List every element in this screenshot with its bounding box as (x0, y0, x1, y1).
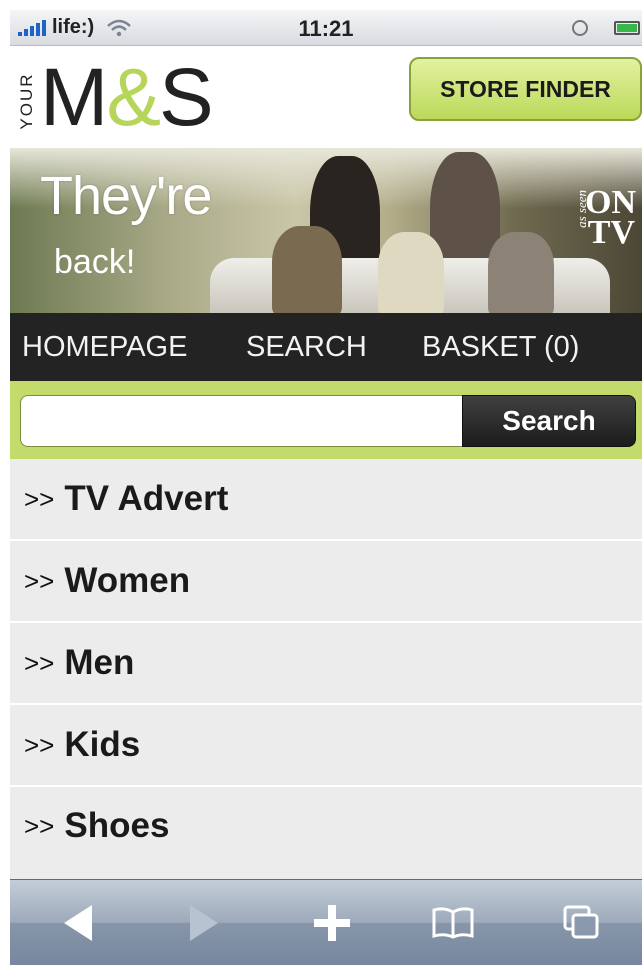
logo-s: S (159, 52, 214, 143)
as-seen-label: as seen (574, 190, 589, 228)
nav-homepage[interactable]: HOMEPAGE (22, 331, 187, 364)
search-button[interactable]: Search (462, 395, 636, 447)
alarm-icon (572, 20, 588, 36)
menu-item-label: Men (64, 643, 135, 682)
menu-item-women[interactable]: >> Women (10, 541, 642, 623)
site-header: YOUR M&S STORE FINDER (10, 47, 642, 147)
banner-model (272, 226, 342, 313)
menu-item-label: Shoes (64, 806, 170, 845)
status-bar: life:) 11:21 (10, 10, 642, 46)
back-icon[interactable] (58, 900, 98, 946)
pages-icon[interactable] (556, 900, 606, 946)
logo-m: M (40, 52, 108, 143)
chevron-icon: >> (24, 810, 55, 841)
category-menu: >> TV Advert >> Women >> Men >> Kids >> … (10, 459, 642, 879)
nav-basket[interactable]: BASKET (0) (422, 331, 579, 364)
promo-banner[interactable]: They're back! as seen ON TV (10, 148, 642, 313)
banner-title: They're (40, 166, 212, 226)
search-input[interactable] (20, 395, 464, 447)
forward-icon (184, 900, 224, 946)
chevron-icon: >> (24, 483, 55, 514)
bookmarks-icon[interactable] (428, 900, 478, 946)
chevron-icon: >> (24, 565, 55, 596)
chevron-icon: >> (24, 647, 55, 678)
logo-prefix: YOUR (17, 72, 36, 130)
chevron-icon: >> (24, 729, 55, 760)
store-finder-button[interactable]: STORE FINDER (409, 57, 642, 121)
clock: 11:21 (298, 16, 354, 41)
menu-item-tv-advert[interactable]: >> TV Advert (10, 459, 642, 541)
menu-item-label: TV Advert (64, 479, 229, 518)
on-tv-label: as seen ON TV (574, 186, 636, 250)
menu-item-kids[interactable]: >> Kids (10, 705, 642, 787)
menu-item-shoes[interactable]: >> Shoes (10, 787, 642, 865)
logo-ampersand: & (106, 52, 161, 143)
banner-subtitle: back! (54, 243, 136, 281)
ms-logo[interactable]: M&S (40, 52, 214, 143)
banner-model (378, 232, 444, 313)
browser-toolbar (10, 879, 642, 965)
search-bar: Search (10, 381, 642, 459)
nav-search[interactable]: SEARCH (246, 331, 367, 364)
main-nav: HOMEPAGE SEARCH BASKET (0) (10, 313, 642, 381)
menu-item-label: Women (64, 561, 191, 600)
add-bookmark-icon[interactable] (312, 900, 352, 946)
menu-item-men[interactable]: >> Men (10, 623, 642, 705)
banner-model (488, 232, 554, 313)
battery-icon (614, 21, 640, 35)
menu-item-label: Kids (64, 725, 141, 764)
